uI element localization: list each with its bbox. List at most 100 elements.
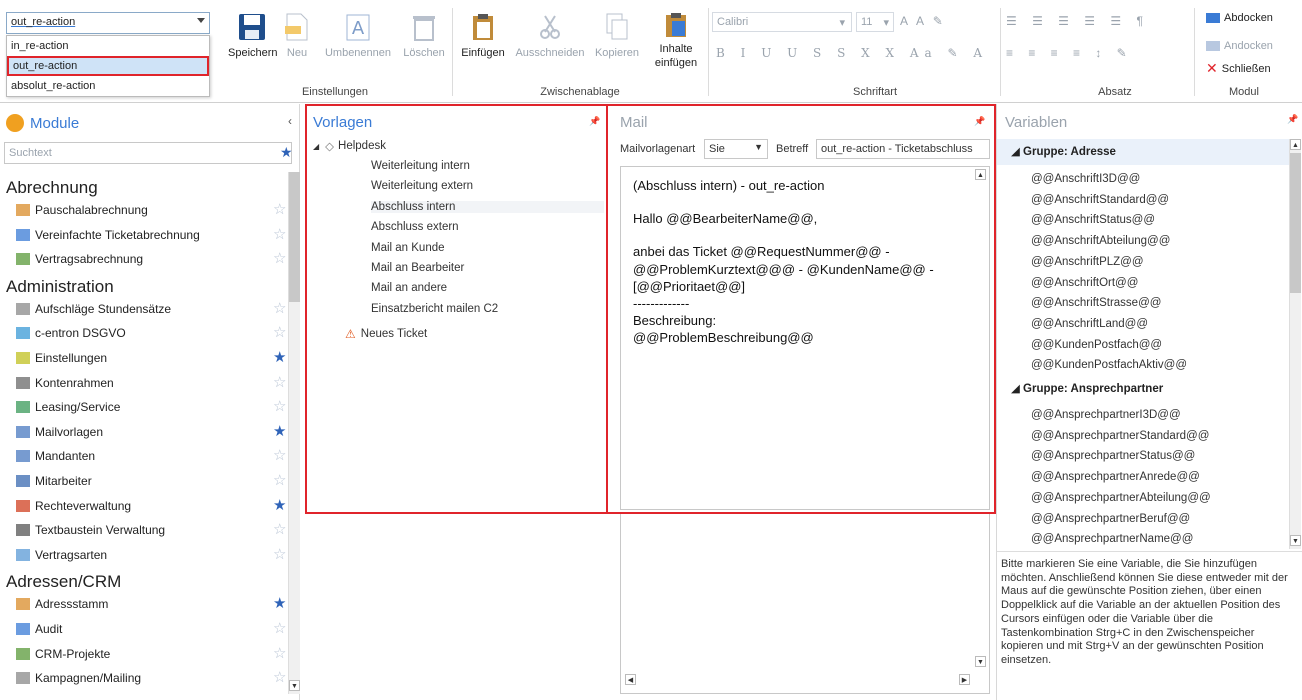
module-item[interactable]: Vertragsabrechnung xyxy=(16,250,143,268)
favorite-star-icon[interactable]: ★ xyxy=(273,498,286,513)
dock-button[interactable]: Andocken xyxy=(1206,40,1273,52)
module-search-input[interactable]: Suchtext xyxy=(4,142,292,164)
expand-triangle-icon[interactable]: ◢ xyxy=(313,142,319,151)
paragraph-align-icons[interactable]: ≡ ≡ ≡ ≡ ↕ ✎ xyxy=(1006,46,1133,60)
combo-option-selected[interactable]: out_re-action xyxy=(7,56,209,76)
tree-item-template[interactable]: Mail an Bearbeiter xyxy=(371,262,464,274)
favorite-star-empty-icon[interactable]: ☆ xyxy=(273,325,286,340)
pin-icon[interactable]: 📌 xyxy=(1287,114,1298,125)
favorite-star-empty-icon[interactable]: ☆ xyxy=(273,522,286,537)
module-item[interactable]: Kampagnen/Mailing xyxy=(16,669,141,687)
pin-icon[interactable]: 📌 xyxy=(589,116,600,127)
template-set-combobox[interactable]: out_re-action xyxy=(6,12,210,34)
favorite-star-empty-icon[interactable]: ☆ xyxy=(273,251,286,266)
favorite-star-empty-icon[interactable]: ☆ xyxy=(273,301,286,316)
variable-item[interactable]: @@AnschriftPLZ@@ xyxy=(1031,256,1144,268)
font-name-combobox[interactable]: Calibri ▾ xyxy=(712,12,852,32)
module-item[interactable]: CRM-Projekte xyxy=(16,645,110,663)
favorite-star-empty-icon[interactable]: ☆ xyxy=(273,399,286,414)
favorites-filter-icon[interactable]: ★ xyxy=(280,144,293,161)
betreff-input[interactable]: out_re-action - Ticketabschluss xyxy=(816,139,990,159)
module-item[interactable]: Mailvorlagen xyxy=(16,423,103,441)
tree-item-template[interactable]: Mail an Kunde xyxy=(371,242,445,254)
tree-item-template[interactable]: Mail an andere xyxy=(371,282,447,294)
module-item[interactable]: Einstellungen xyxy=(16,349,107,367)
tree-root-helpdesk[interactable]: ◢ ◇ Helpdesk xyxy=(313,139,386,153)
module-item[interactable]: Pauschalabrechnung xyxy=(16,201,148,219)
variable-item[interactable]: @@AnschriftAbteilung@@ xyxy=(1031,235,1170,247)
favorite-star-icon[interactable]: ★ xyxy=(273,424,286,439)
favorite-star-empty-icon[interactable]: ☆ xyxy=(273,473,286,488)
favorite-star-empty-icon[interactable]: ☆ xyxy=(273,621,286,636)
variable-item[interactable]: @@AnsprechpartnerI3D@@ xyxy=(1031,409,1181,421)
variables-scrollbar[interactable]: ▲ ▼ xyxy=(1289,139,1301,549)
module-item[interactable]: Mandanten xyxy=(16,447,95,465)
scroll-up-icon[interactable]: ▲ xyxy=(975,169,986,180)
favorite-star-empty-icon[interactable]: ☆ xyxy=(273,375,286,390)
favorite-star-empty-icon[interactable]: ☆ xyxy=(273,227,286,242)
module-item[interactable]: Vereinfachte Ticketabrechnung xyxy=(16,226,200,244)
variable-item[interactable]: @@AnschriftStandard@@ xyxy=(1031,194,1169,206)
mail-body-editor[interactable]: (Abschluss intern) - out_re-action Hallo … xyxy=(620,166,990,510)
combo-option[interactable]: absolut_re-action xyxy=(7,76,209,96)
save-button[interactable]: Speichern xyxy=(228,12,278,60)
module-item[interactable]: Aufschläge Stundensätze xyxy=(16,300,171,318)
mail-body-editor-lower[interactable]: ▼ ◀ ▶ xyxy=(620,514,990,694)
favorite-star-empty-icon[interactable]: ☆ xyxy=(273,547,286,562)
collapse-left-icon[interactable]: ‹ xyxy=(288,114,292,128)
rename-button[interactable]: A Umbenennen xyxy=(318,12,398,60)
variable-item[interactable]: @@AnschriftLand@@ xyxy=(1031,318,1148,330)
font-size-combobox[interactable]: 11 ▾ xyxy=(856,12,894,32)
favorite-star-empty-icon[interactable]: ☆ xyxy=(273,646,286,661)
new-button[interactable]: Neu xyxy=(282,12,312,60)
module-item[interactable]: Audit xyxy=(16,620,62,638)
module-item[interactable]: Adressstamm xyxy=(16,595,108,613)
paragraph-list-icons[interactable]: ☰ ☰ ☰ ☰ ☰ ¶ xyxy=(1006,14,1149,28)
variable-item[interactable]: @@AnsprechpartnerName@@ xyxy=(1031,533,1193,545)
tree-item-template[interactable]: Abschluss extern xyxy=(371,221,459,233)
scroll-left-icon[interactable]: ◀ xyxy=(625,674,636,685)
variable-item[interactable]: @@AnschriftStatus@@ xyxy=(1031,214,1155,226)
scroll-thumb[interactable] xyxy=(289,172,300,302)
variable-group-ansprechpartner[interactable]: ◢ Gruppe: Ansprechpartner xyxy=(997,376,1289,402)
variable-item[interactable]: @@AnschriftOrt@@ xyxy=(1031,277,1138,289)
favorite-star-icon[interactable]: ★ xyxy=(273,596,286,611)
module-item[interactable]: Vertragsarten xyxy=(16,546,107,564)
favorite-star-icon[interactable]: ★ xyxy=(273,350,286,365)
close-module-button[interactable]: ✕ Schließen xyxy=(1206,60,1271,77)
tree-item-new-ticket[interactable]: ⚠ Neues Ticket xyxy=(345,327,427,341)
variable-item[interactable]: @@AnsprechpartnerStandard@@ xyxy=(1031,430,1209,442)
variable-item[interactable]: @@KundenPostfach@@ xyxy=(1031,339,1162,351)
scroll-down-icon[interactable]: ▼ xyxy=(1290,535,1301,546)
scroll-down-icon[interactable]: ▼ xyxy=(975,656,986,667)
module-item[interactable]: c-entron DSGVO xyxy=(16,324,126,342)
undock-button[interactable]: Abdocken xyxy=(1206,12,1273,24)
module-item[interactable]: Textbaustein Verwaltung xyxy=(16,521,165,539)
cut-button[interactable]: Ausschneiden xyxy=(512,12,588,60)
font-format-icons[interactable]: B I U U S S X X Aa ✎ A xyxy=(716,46,988,60)
tree-item-template[interactable]: Abschluss intern xyxy=(371,200,604,213)
combo-option[interactable]: in_re-action xyxy=(7,36,209,56)
copy-button[interactable]: Kopieren xyxy=(592,12,642,60)
pin-icon[interactable]: 📌 xyxy=(974,116,985,127)
variable-group-adresse[interactable]: ◢ Gruppe: Adresse xyxy=(997,139,1289,165)
tree-item-template[interactable]: Einsatzbericht mailen C2 xyxy=(371,303,498,315)
variable-item[interactable]: @@AnsprechpartnerStatus@@ xyxy=(1031,450,1195,462)
favorite-star-empty-icon[interactable]: ☆ xyxy=(273,448,286,463)
delete-button[interactable]: Löschen xyxy=(400,12,448,60)
variable-item[interactable]: @@AnsprechpartnerAbteilung@@ xyxy=(1031,492,1211,504)
module-item[interactable]: Rechteverwaltung xyxy=(16,497,131,515)
mailvorlagenart-select[interactable]: Sie ▼ xyxy=(704,139,768,159)
paste-button[interactable]: Einfügen xyxy=(456,12,510,60)
favorite-star-empty-icon[interactable]: ☆ xyxy=(273,670,286,685)
variable-item[interactable]: @@KundenPostfachAktiv@@ xyxy=(1031,359,1187,371)
variable-item[interactable]: @@AnschriftI3D@@ xyxy=(1031,173,1140,185)
variable-item[interactable]: @@AnsprechpartnerBeruf@@ xyxy=(1031,513,1190,525)
paste-content-button[interactable]: Inhalte einfügen xyxy=(648,12,704,70)
module-item[interactable]: Kontenrahmen xyxy=(16,374,114,392)
tree-item-template[interactable]: Weiterleitung extern xyxy=(371,180,473,192)
favorite-star-empty-icon[interactable]: ☆ xyxy=(273,202,286,217)
scroll-thumb[interactable] xyxy=(1290,153,1301,293)
scroll-up-icon[interactable]: ▲ xyxy=(1290,139,1301,150)
module-item[interactable]: Mitarbeiter xyxy=(16,472,92,490)
